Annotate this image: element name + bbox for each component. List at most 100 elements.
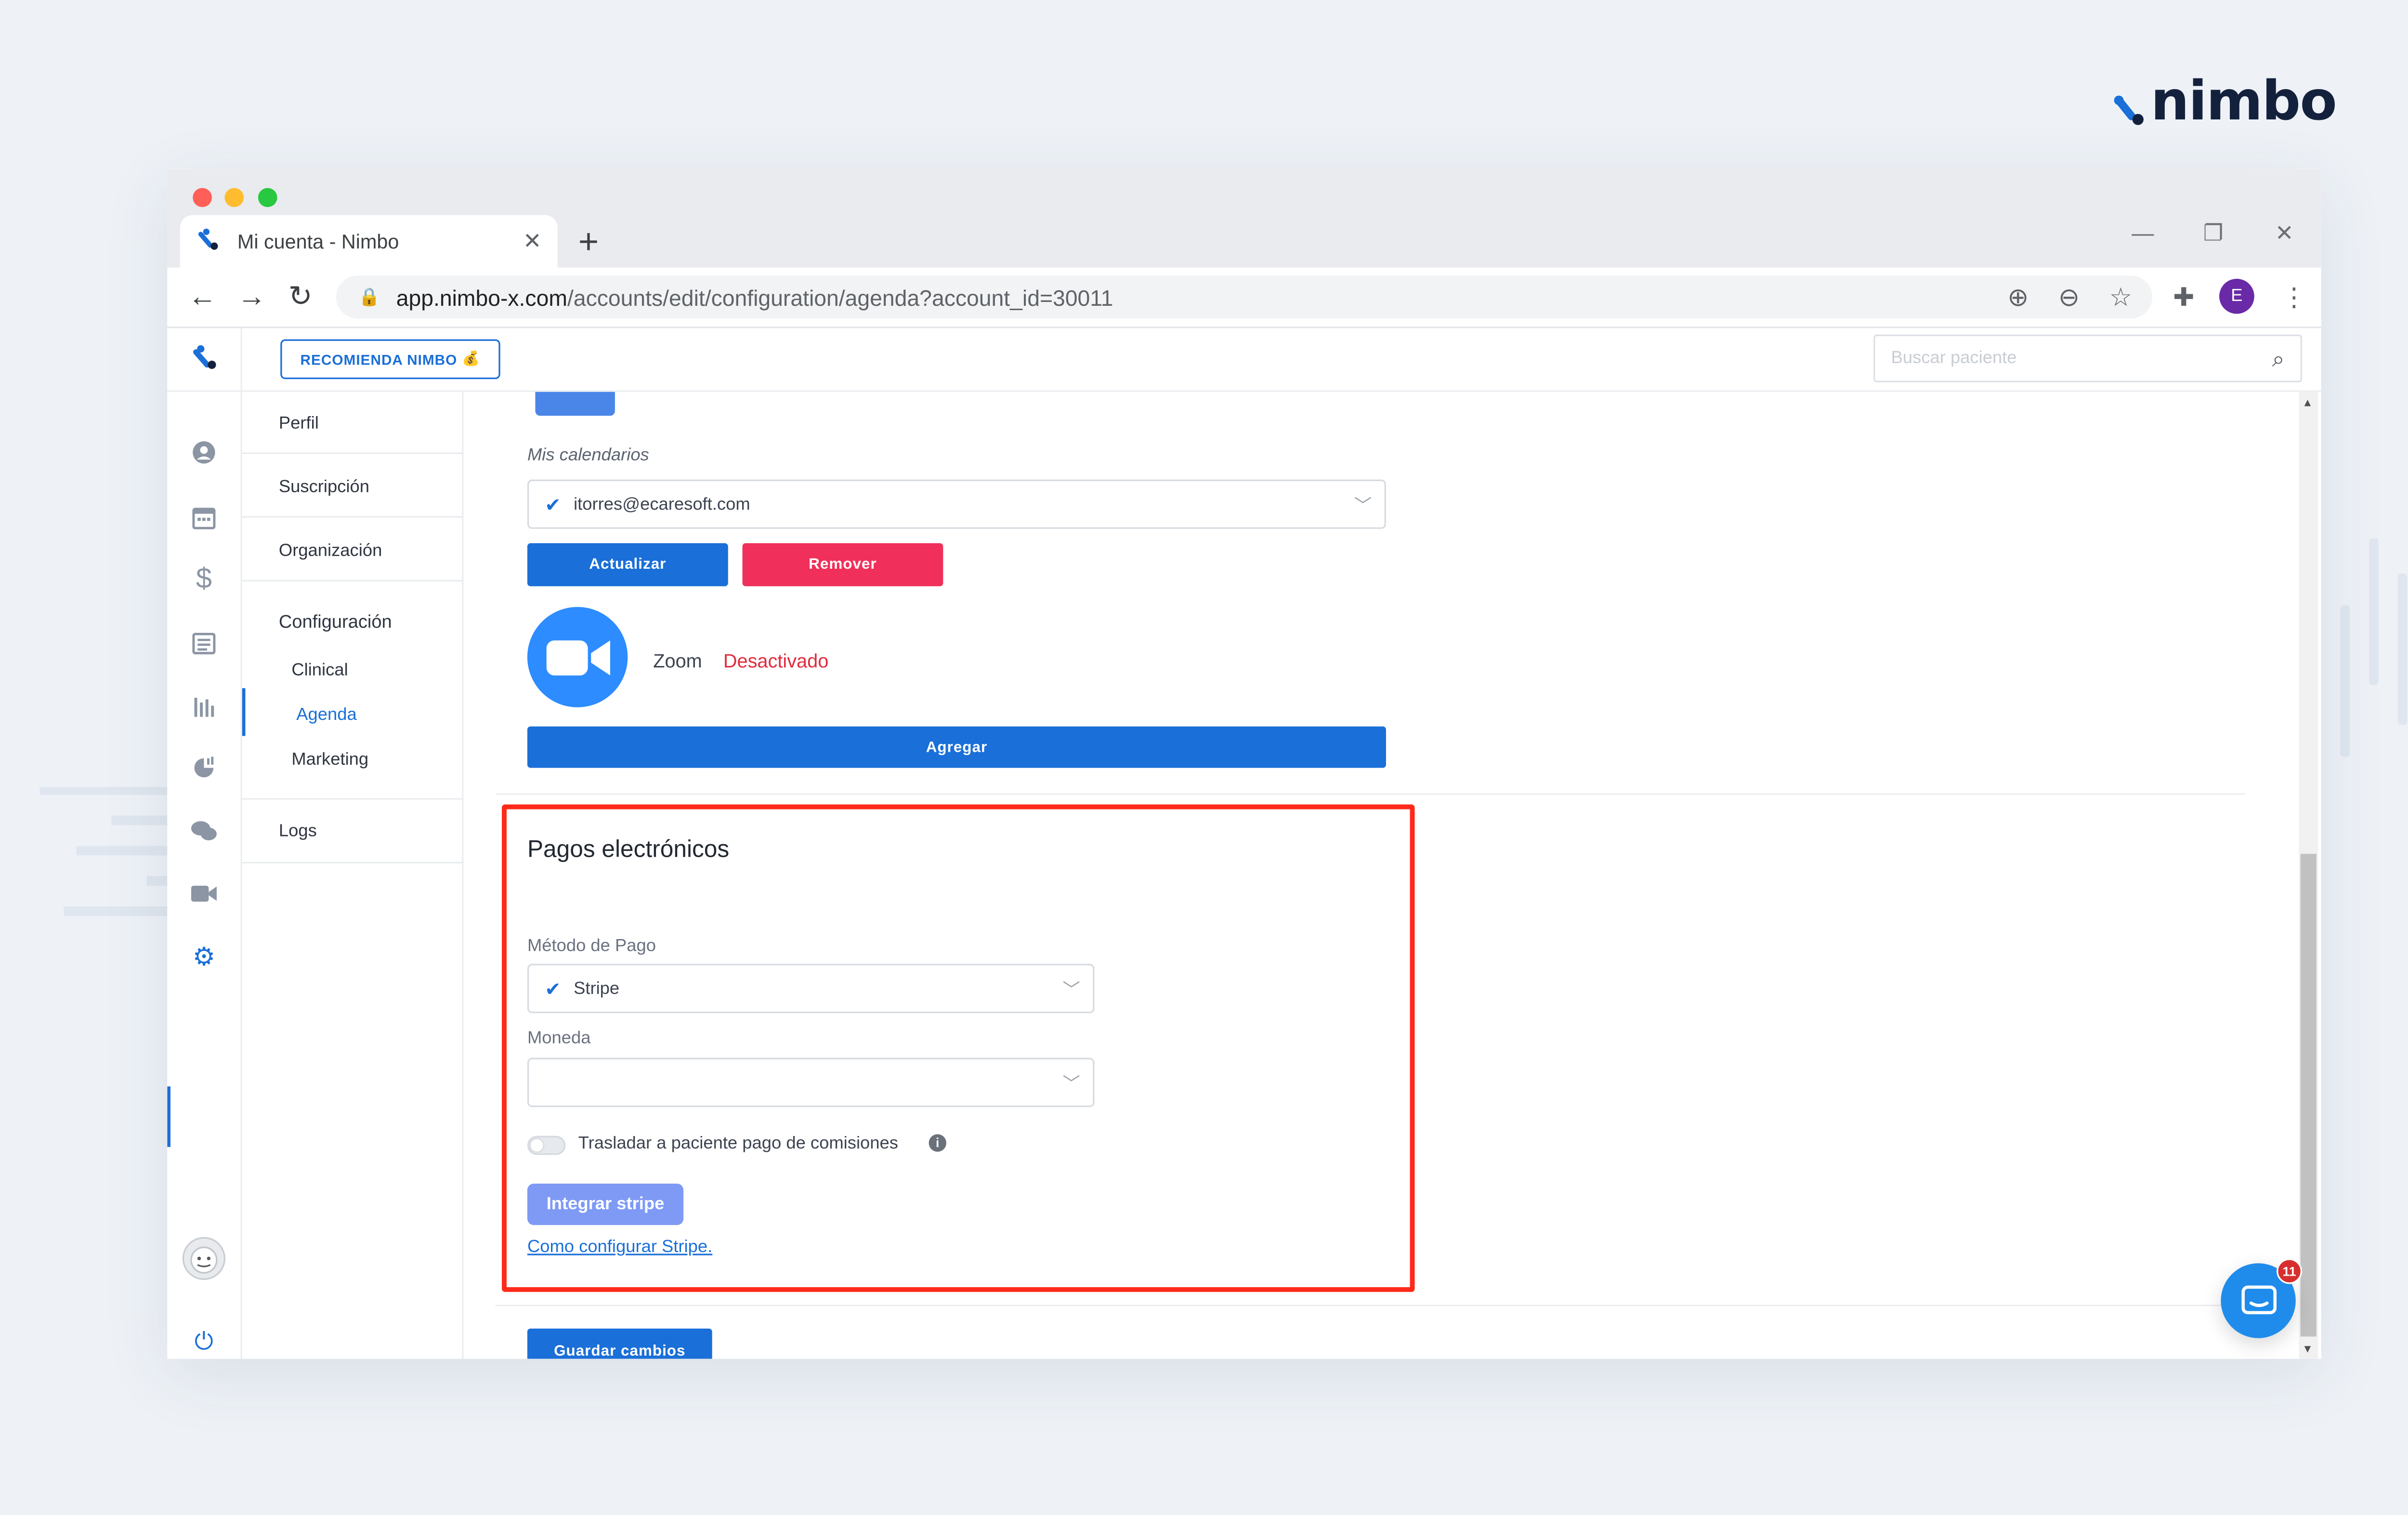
profile-avatar[interactable]: E xyxy=(2219,278,2254,314)
background-decoration xyxy=(2369,538,2379,685)
user-icon[interactable] xyxy=(190,438,219,467)
info-icon[interactable]: i xyxy=(929,1134,946,1152)
submenu-item-logs[interactable]: Logs xyxy=(279,822,317,841)
zoom-logo-icon xyxy=(527,607,628,707)
background-decoration xyxy=(146,876,168,886)
add-zoom-button[interactable]: Agregar xyxy=(527,726,1386,768)
close-window-dot[interactable] xyxy=(193,188,212,208)
user-avatar[interactable] xyxy=(182,1236,226,1281)
payment-method-select[interactable]: ✔ Stripe ﹀ xyxy=(527,964,1095,1013)
calendars-label: Mis calendarios xyxy=(527,446,649,465)
close-icon[interactable]: ✕ xyxy=(2275,220,2294,247)
bookmark-star-icon[interactable]: ☆ xyxy=(2109,282,2132,314)
url-path: /accounts/edit/configuration/agenda?acco… xyxy=(567,284,1113,310)
power-icon[interactable]: ⏻ xyxy=(190,1327,219,1356)
scrollbar-thumb[interactable] xyxy=(2300,854,2316,1337)
payment-method-value: Stripe xyxy=(574,979,620,998)
lock-icon: 🔒 xyxy=(358,288,380,308)
restore-icon[interactable]: ❐ xyxy=(2203,220,2224,247)
chevron-down-icon: ﹀ xyxy=(1062,1074,1080,1094)
main-sidebar: $ ⚙ ⏻ xyxy=(167,328,242,1359)
submenu-item-perfil[interactable]: Perfil xyxy=(279,414,319,433)
section-divider xyxy=(495,1305,2245,1306)
video-camera-icon[interactable] xyxy=(190,879,219,908)
remove-calendar-button[interactable]: Remover xyxy=(742,543,943,587)
submenu-active-indicator xyxy=(242,688,246,736)
forward-arrow-icon[interactable]: → xyxy=(237,280,266,313)
calendar-icon[interactable] xyxy=(190,503,219,532)
submenu-item-suscripcion[interactable]: Suscripción xyxy=(279,478,369,497)
chat-icon xyxy=(2240,1284,2276,1314)
submenu-item-clinical[interactable]: Clinical xyxy=(291,661,348,680)
new-tab-icon[interactable]: + xyxy=(578,222,599,263)
nimbo-app: RECOMIENDA NIMBO 💰 ⌕ $ xyxy=(167,328,2321,1359)
submenu-divider xyxy=(242,862,464,863)
agenda-settings-content: Mis calendarios ✔ itorres@ecaresoft.com … xyxy=(464,392,2296,1359)
extensions-icon[interactable]: ✚ xyxy=(2173,282,2194,314)
background-decoration xyxy=(111,815,168,825)
minimize-icon[interactable]: — xyxy=(2132,220,2154,246)
background-decoration xyxy=(2397,573,2408,725)
browser-tab[interactable]: Mi cuenta - Nimbo ✕ xyxy=(180,215,558,268)
search-input[interactable] xyxy=(1891,349,2272,368)
integrate-stripe-button[interactable]: Integrar stripe xyxy=(527,1183,684,1225)
back-arrow-icon[interactable]: ← xyxy=(188,280,217,313)
save-changes-button[interactable]: Guardar cambios xyxy=(527,1328,712,1359)
app-topbar: RECOMIENDA NIMBO 💰 ⌕ xyxy=(167,328,2321,392)
list-icon[interactable] xyxy=(190,629,219,658)
calendar-select[interactable]: ✔ itorres@ecaresoft.com ﹀ xyxy=(527,479,1386,529)
payments-section-title: Pagos electrónicos xyxy=(527,836,730,863)
bar-chart-icon[interactable] xyxy=(190,692,219,720)
zoom-status: Desactivado xyxy=(723,650,829,672)
submenu-item-organizacion[interactable]: Organización xyxy=(279,542,382,561)
money-bag-icon: 💰 xyxy=(462,350,481,366)
submenu-divider xyxy=(242,798,464,800)
browser-window: Mi cuenta - Nimbo ✕ + — ❐ ✕ ← → ↻ 🔒 app.… xyxy=(167,169,2321,1359)
install-app-icon[interactable]: ⊕ xyxy=(2007,282,2028,314)
recomienda-nimbo-button[interactable]: RECOMIENDA NIMBO 💰 xyxy=(280,339,500,379)
currency-label: Moneda xyxy=(527,1029,591,1048)
minimize-window-dot[interactable] xyxy=(224,188,244,208)
check-icon: ✔ xyxy=(545,977,561,1000)
section-divider xyxy=(495,793,2245,795)
background-decoration xyxy=(2340,605,2350,757)
check-icon: ✔ xyxy=(545,493,561,516)
dollar-icon[interactable]: $ xyxy=(190,562,219,593)
submenu-item-configuracion[interactable]: Configuración xyxy=(279,614,392,633)
brand-name: nimbo xyxy=(2150,70,2337,134)
background-decoration xyxy=(64,906,168,916)
chevron-down-icon: ﹀ xyxy=(1062,980,1080,1000)
submenu-divider xyxy=(242,516,464,518)
url-bar[interactable]: 🔒 app.nimbo-x.com/accounts/edit/configur… xyxy=(336,275,2153,319)
nimbo-home-icon[interactable] xyxy=(190,342,219,371)
maximize-window-dot[interactable] xyxy=(258,188,277,208)
analytics-icon[interactable] xyxy=(190,754,219,783)
background-decoration xyxy=(76,846,168,856)
scroll-down-icon[interactable]: ▼ xyxy=(2302,1345,2313,1356)
update-calendar-button[interactable]: Actualizar xyxy=(527,543,728,587)
nimbo-logo-icon xyxy=(2112,78,2147,126)
calendar-select-value: itorres@ecaresoft.com xyxy=(574,495,750,514)
google-calendar-icon xyxy=(535,392,615,416)
stripe-help-link[interactable]: Como configurar Stripe. xyxy=(527,1238,712,1257)
submenu-item-agenda[interactable]: Agenda xyxy=(296,705,356,725)
settings-submenu: Perfil Suscripción Organización Configur… xyxy=(242,392,464,1359)
commission-toggle[interactable] xyxy=(527,1136,566,1155)
chat-bubbles-icon[interactable] xyxy=(190,817,219,846)
settings-gear-icon[interactable]: ⚙ xyxy=(190,943,219,972)
patient-search[interactable]: ⌕ xyxy=(1873,334,2303,382)
screenshot-stage: nimbo Mi cuenta - Nimbo ✕ + — ❐ ✕ ← → ↻ … xyxy=(0,0,2408,1515)
search-icon[interactable]: ⌕ xyxy=(2272,345,2285,372)
nimbo-favicon-icon xyxy=(196,226,222,257)
chat-notification-badge: 11 xyxy=(2277,1258,2303,1284)
scroll-up-icon[interactable]: ▲ xyxy=(2302,398,2313,409)
currency-select[interactable]: ﹀ xyxy=(527,1058,1095,1108)
submenu-item-marketing[interactable]: Marketing xyxy=(291,750,368,770)
more-menu-icon[interactable]: ⋮ xyxy=(2281,282,2307,314)
payment-method-label: Método de Pago xyxy=(527,937,656,956)
close-tab-icon[interactable]: ✕ xyxy=(523,228,542,255)
commission-toggle-label: Trasladar a paciente pago de comisiones xyxy=(578,1134,898,1153)
reload-icon[interactable]: ↻ xyxy=(288,280,313,313)
zoom-out-icon[interactable]: ⊖ xyxy=(2058,282,2080,314)
page-scrollbar[interactable]: ▲ ▼ xyxy=(2299,392,2318,1359)
